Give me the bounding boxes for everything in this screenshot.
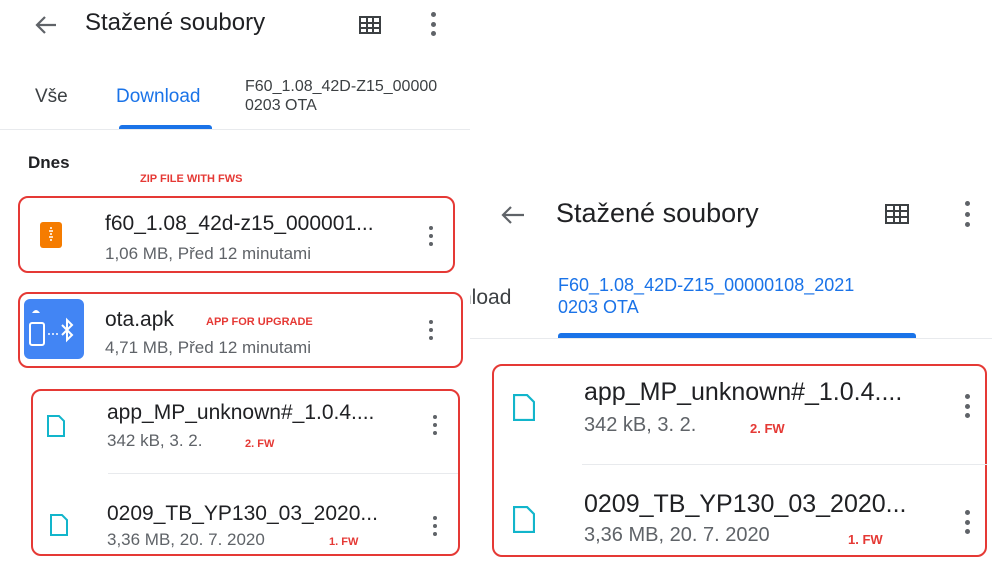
file-menu-icon[interactable] [965,394,970,418]
list-item[interactable]: 0209_TB_YP130_03_2020... 3,36 MB, 20. 7.… [33,476,458,554]
file-name: 0209_TB_YP130_03_2020... [584,490,907,518]
tabs-divider [470,338,992,339]
list-item[interactable]: 0209_TB_YP130_03_2020... 3,36 MB, 20. 7.… [494,466,985,555]
file-meta: 342 kB, 3. 2. [107,431,203,450]
tabs-divider [0,129,470,130]
file-icon [47,415,65,437]
file-menu-icon[interactable] [428,226,433,246]
grid-view-icon[interactable] [882,200,912,228]
apk-icon [24,299,84,359]
file-meta: 1,06 MB, Před 12 minutami [105,244,311,263]
file-menu-icon[interactable] [432,516,437,536]
back-arrow-icon[interactable] [496,200,530,230]
file-icon [50,514,68,536]
file-menu-icon[interactable] [428,320,433,340]
file-icon [512,505,536,534]
tab-download[interactable]: Download [116,86,201,108]
list-item[interactable]: ota.apk APP FOR UPGRADE 4,71 MB, Před 12… [20,294,461,366]
annotation-fw1: 1. FW [848,532,883,547]
right-screenshot: Stažené soubory nload F60_1.08_42D-Z15_0… [470,0,992,563]
list-item[interactable]: app_MP_unknown#_1.0.4.... 342 kB, 3. 2. … [494,366,985,462]
left-screenshot: Stažené soubory Vše Download F60_1.08_42… [0,0,470,563]
annotation-app: APP FOR UPGRADE [206,316,313,328]
annotation-fw2: 2. FW [750,421,785,436]
zip-icon [40,222,62,248]
annotation-fw1: 1. FW [329,536,359,548]
file-menu-icon[interactable] [965,510,970,534]
list-divider [582,464,987,465]
page-title: Stažené soubory [556,198,759,228]
file-name: 0209_TB_YP130_03_2020... [107,502,378,525]
list-divider [108,473,458,474]
section-today: Dnes [28,153,70,172]
grid-view-icon[interactable] [357,12,383,38]
file-name: app_MP_unknown#_1.0.4.... [584,378,903,406]
annotation-fw2: 2. FW [245,438,275,450]
tab-ota-folder[interactable]: F60_1.08_42D-Z15_00000108_2021 0203 OTA [558,274,854,318]
file-meta: 3,36 MB, 20. 7. 2020 [584,524,770,546]
file-meta: 342 kB, 3. 2. [584,414,697,436]
tab-ota-folder[interactable]: F60_1.08_42D-Z15_00000 0203 OTA [245,77,437,115]
annotation-zip: ZIP FILE WITH FWS [140,173,243,185]
more-options-icon[interactable] [964,201,970,227]
back-arrow-icon[interactable] [28,10,64,40]
list-item[interactable]: app_MP_unknown#_1.0.4.... 342 kB, 3. 2. … [33,391,458,471]
file-name: ota.apk [105,308,174,331]
page-title: Stažené soubory [85,9,266,36]
list-item[interactable]: f60_1.08_42d-z15_000001... 1,06 MB, Před… [20,198,453,271]
file-meta: 4,71 MB, Před 12 minutami [105,338,311,357]
tab-download-partial[interactable]: nload [470,286,511,310]
file-name: f60_1.08_42d-z15_000001... [105,212,374,235]
file-name: app_MP_unknown#_1.0.4.... [107,401,375,424]
more-options-icon[interactable] [430,12,436,36]
file-icon [512,393,536,422]
tab-all[interactable]: Vše [35,86,68,108]
file-menu-icon[interactable] [432,415,437,435]
file-meta: 3,36 MB, 20. 7. 2020 [107,530,265,549]
